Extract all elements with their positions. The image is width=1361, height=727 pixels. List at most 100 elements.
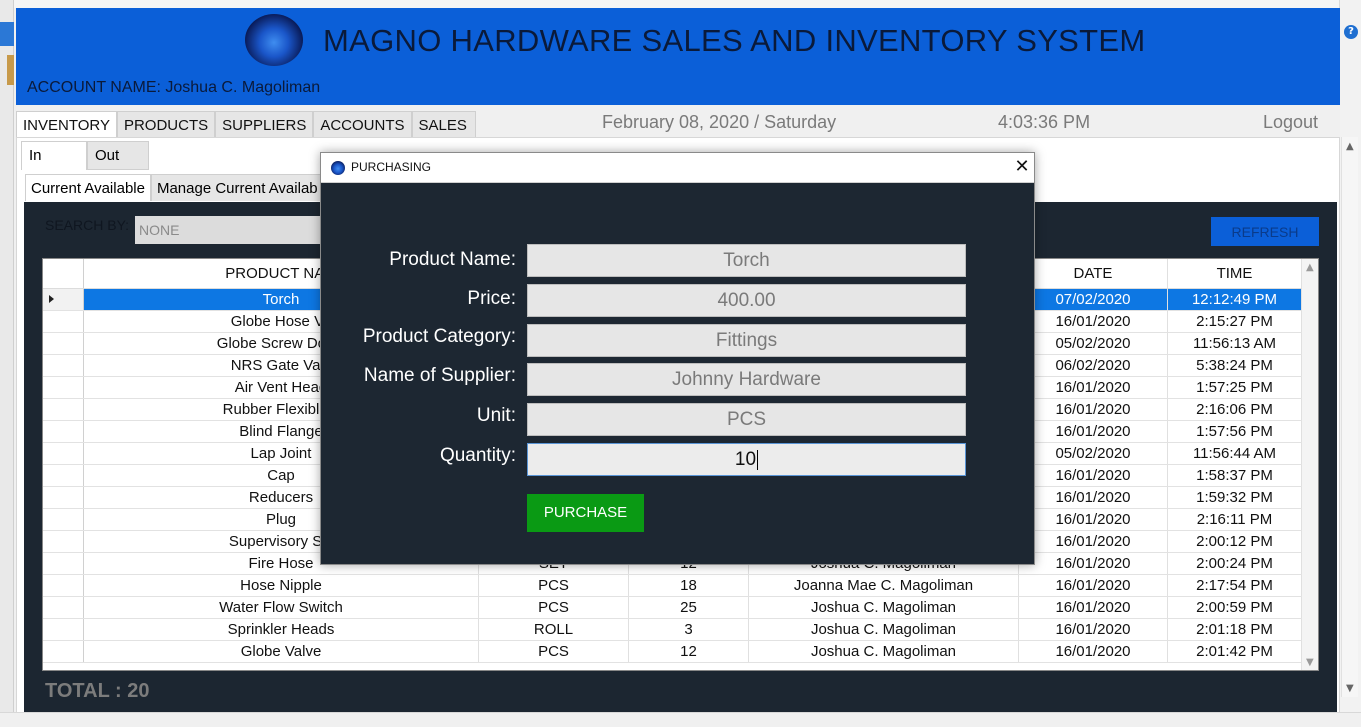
- row-selector[interactable]: [43, 553, 84, 574]
- table-row[interactable]: Water Flow Switch PCS 25 Joshua C. Magolima…: [43, 597, 1302, 619]
- row-selector[interactable]: [43, 465, 84, 486]
- row-selector[interactable]: [43, 311, 84, 332]
- cell-product-name: Hose Nipple: [84, 575, 479, 596]
- purchasing-dialog: PURCHASING ✕ Product Name: Torch Price: …: [320, 152, 1035, 565]
- cell-date: 16/01/2020: [1019, 509, 1168, 530]
- table-row[interactable]: Globe Valve PCS 12 Joshua C. Magoliman 16/01…: [43, 641, 1302, 663]
- row-selector[interactable]: [43, 399, 84, 420]
- stock-tabs: Current Available Manage Current Availab: [25, 174, 324, 201]
- row-selector[interactable]: [43, 333, 84, 354]
- tab-in[interactable]: In: [21, 141, 87, 170]
- cell-unit: ROLL: [479, 619, 629, 640]
- cell-time: 2:00:59 PM: [1168, 597, 1302, 618]
- row-selector[interactable]: [43, 641, 84, 662]
- window-scrollbar[interactable]: ▲ ▼: [1341, 137, 1358, 697]
- row-selector[interactable]: [43, 509, 84, 530]
- cell-unit: PCS: [479, 575, 629, 596]
- row-selector[interactable]: [43, 531, 84, 552]
- cell-time: 2:01:18 PM: [1168, 619, 1302, 640]
- tab-products[interactable]: PRODUCTS: [116, 111, 216, 138]
- column-header-date[interactable]: DATE: [1019, 259, 1168, 288]
- row-selector[interactable]: [43, 377, 84, 398]
- price-label: Price:: [467, 288, 516, 309]
- cell-product-name: Globe Valve: [84, 641, 479, 662]
- tab-manage-current-available[interactable]: Manage Current Availab: [150, 174, 324, 201]
- cell-product-name: Water Flow Switch: [84, 597, 479, 618]
- row-selector[interactable]: [43, 443, 84, 464]
- refresh-button[interactable]: REFRESH: [1211, 217, 1319, 246]
- row-selector[interactable]: [43, 355, 84, 376]
- product-category-field[interactable]: Fittings: [527, 324, 966, 357]
- tab-inventory[interactable]: INVENTORY: [16, 111, 117, 138]
- cell-date: 16/01/2020: [1019, 553, 1168, 574]
- cell-date: 16/01/2020: [1019, 465, 1168, 486]
- unit-field[interactable]: PCS: [527, 403, 966, 436]
- cell-date: 16/01/2020: [1019, 597, 1168, 618]
- cell-quantity: 12: [629, 641, 749, 662]
- cell-date: 05/02/2020: [1019, 443, 1168, 464]
- logout-link[interactable]: Logout: [1263, 112, 1318, 133]
- cell-date: 07/02/2020: [1019, 289, 1168, 310]
- current-time: 4:03:36 PM: [998, 112, 1091, 132]
- window-scroll-down-icon[interactable]: ▼: [1346, 683, 1354, 694]
- quantity-input[interactable]: 10: [527, 443, 966, 476]
- cell-date: 16/01/2020: [1019, 575, 1168, 596]
- cell-time: 12:12:49 PM: [1168, 289, 1302, 310]
- row-selector[interactable]: [43, 619, 84, 640]
- background-status-bar: [0, 712, 1361, 727]
- supplier-name-field[interactable]: Johnny Hardware: [527, 363, 966, 396]
- cell-time: 2:00:24 PM: [1168, 553, 1302, 574]
- product-category-label: Product Category:: [362, 326, 516, 347]
- cell-encoded-by: Joshua C. Magoliman: [749, 641, 1019, 662]
- cell-time: 1:57:25 PM: [1168, 377, 1302, 398]
- cell-unit: PCS: [479, 641, 629, 662]
- tab-suppliers[interactable]: SUPPLIERS: [215, 111, 314, 138]
- cell-time: 1:59:32 PM: [1168, 487, 1302, 508]
- cell-date: 16/01/2020: [1019, 377, 1168, 398]
- row-selector[interactable]: [43, 575, 84, 596]
- account-name: ACCOUNT NAME: Joshua C. Magoliman: [27, 79, 321, 96]
- table-row[interactable]: Hose Nipple PCS 18 Joanna Mae C. Magoliman 1…: [43, 575, 1302, 597]
- column-header-time[interactable]: TIME: [1168, 259, 1302, 288]
- header-corner: [43, 259, 84, 288]
- product-name-label: Product Name:: [389, 249, 516, 270]
- supplier-name-label: Name of Supplier:: [363, 365, 516, 386]
- window-scroll-up-icon[interactable]: ▲: [1346, 141, 1354, 152]
- row-selector[interactable]: [43, 487, 84, 508]
- background-app-blue-block: [0, 22, 14, 46]
- current-row-arrow-icon: [49, 295, 54, 303]
- cell-encoded-by: Joshua C. Magoliman: [749, 597, 1019, 618]
- table-scrollbar[interactable]: ▲ ▼: [1301, 259, 1318, 670]
- row-selector[interactable]: [43, 597, 84, 618]
- text-caret: [757, 449, 759, 470]
- tab-current-available[interactable]: Current Available: [25, 174, 151, 201]
- tab-sales[interactable]: SALES: [411, 111, 476, 138]
- product-name-field[interactable]: Torch: [527, 244, 966, 277]
- row-selector[interactable]: [43, 289, 84, 310]
- quantity-label: Quantity:: [439, 445, 516, 466]
- purchase-button[interactable]: PURCHASE: [527, 494, 644, 532]
- table-row[interactable]: Sprinkler Heads ROLL 3 Joshua C. Magoliman 1…: [43, 619, 1302, 641]
- cell-time: 2:00:12 PM: [1168, 531, 1302, 552]
- tab-accounts[interactable]: ACCOUNTS: [313, 111, 412, 138]
- row-selector[interactable]: [43, 421, 84, 442]
- close-icon[interactable]: ✕: [1011, 155, 1033, 179]
- cell-time: 2:16:06 PM: [1168, 399, 1302, 420]
- price-field[interactable]: 400.00: [527, 284, 966, 317]
- scroll-up-icon[interactable]: ▲: [1306, 262, 1314, 273]
- cell-encoded-by: Joshua C. Magoliman: [749, 619, 1019, 640]
- cell-date: 16/01/2020: [1019, 619, 1168, 640]
- app-logo-icon: [245, 14, 303, 66]
- screen: ? MAGNO HARDWARE SALES AND INVENTORY SYS…: [0, 0, 1361, 727]
- scroll-down-icon[interactable]: ▼: [1306, 657, 1314, 668]
- cell-time: 11:56:13 AM: [1168, 333, 1302, 354]
- cell-date: 05/02/2020: [1019, 333, 1168, 354]
- search-by-select[interactable]: NONE: [135, 216, 335, 244]
- help-icon[interactable]: ?: [1344, 25, 1358, 39]
- cell-time: 2:01:42 PM: [1168, 641, 1302, 662]
- quantity-value: 10: [734, 449, 757, 470]
- cell-time: 2:16:11 PM: [1168, 509, 1302, 530]
- search-by-label: SEARCH BY:: [45, 217, 130, 233]
- tab-out[interactable]: Out: [87, 141, 149, 170]
- app-header: MAGNO HARDWARE SALES AND INVENTORY SYSTE…: [16, 8, 1340, 105]
